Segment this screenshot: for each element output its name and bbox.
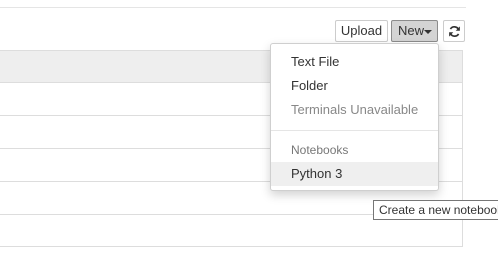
upload-button-label: Upload [340,23,383,38]
new-dropdown-menu: Text File Folder Terminals Unavailable N… [270,43,439,191]
menu-item-text-file[interactable]: Text File [271,50,438,74]
refresh-icon [449,26,460,37]
menu-item-folder[interactable]: Folder [271,74,438,98]
top-divider [0,7,466,8]
upload-button[interactable]: Upload [335,20,388,42]
new-button-label: New [398,23,425,38]
new-button[interactable]: New [391,20,438,42]
menu-section-header-notebooks: Notebooks [291,143,349,157]
tooltip: Create a new notebook with Python 3 [373,200,498,220]
refresh-button[interactable] [443,20,465,42]
caret-down-icon [424,30,432,34]
menu-item-python3[interactable]: Python 3 [271,162,438,186]
menu-item-terminals: Terminals Unavailable [291,102,419,117]
menu-divider [271,130,438,131]
